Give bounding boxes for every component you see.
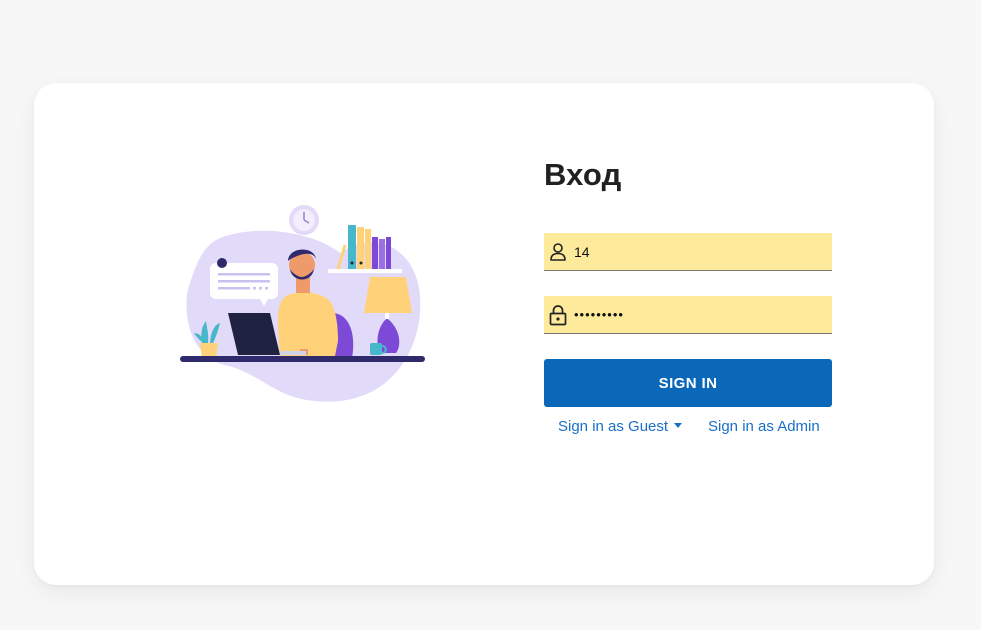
password-input[interactable] [574,296,832,333]
login-form: Вход SIGN IN Sign in as Gues [544,153,832,435]
alternate-sign-in-links: Sign in as Guest Sign in as Admin [544,418,832,438]
sign-in-as-admin-link[interactable]: Sign in as Admin [708,418,820,435]
sign-in-as-guest-link[interactable]: Sign in as Guest [558,418,683,435]
login-card: Вход SIGN IN Sign in as Gues [34,83,934,585]
caret-down-icon [674,423,683,428]
password-field[interactable] [544,296,832,334]
guest-link-label: Sign in as Guest [558,418,669,435]
workspace-illustration [180,205,425,402]
sign-in-button[interactable]: SIGN IN [544,359,832,407]
page-title: Вход [544,157,622,192]
username-field[interactable] [544,233,832,271]
username-input[interactable] [574,233,832,270]
lock-icon [546,303,570,327]
person-icon [546,240,570,264]
